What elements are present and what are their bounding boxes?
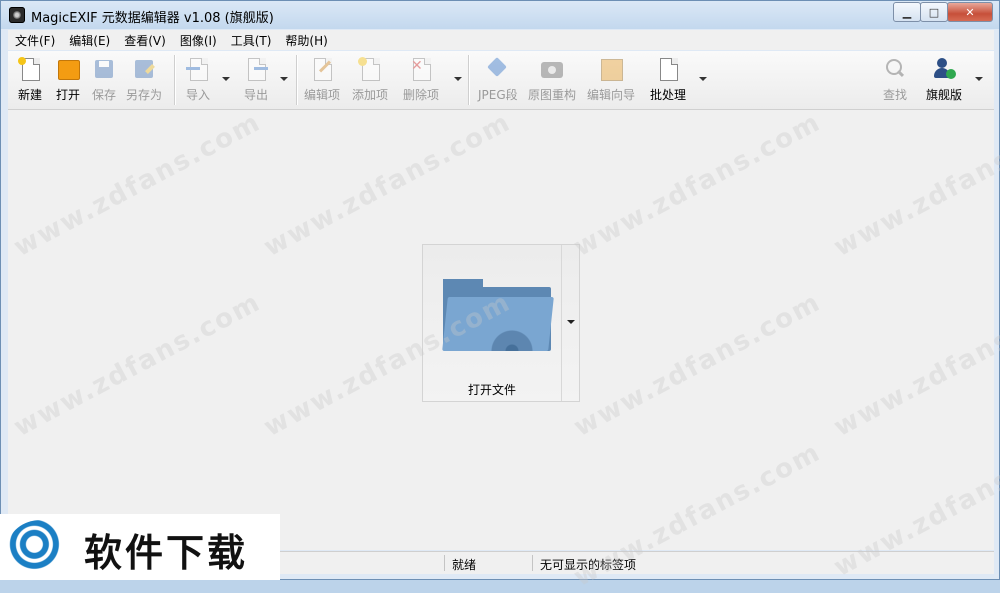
menu-file[interactable]: 文件(F) bbox=[8, 32, 62, 49]
toolbar: 新建 打开 保存 另存为 导入 导出 编辑项 添加项 ✕ 删除项 JPEG段 原… bbox=[8, 51, 994, 110]
find-button-label: 查找 bbox=[883, 88, 908, 102]
status-divider bbox=[532, 555, 533, 571]
logo-text: 软件下载 bbox=[84, 530, 249, 575]
status-divider bbox=[444, 555, 445, 571]
window-title: MagicEXIF 元数据编辑器 v1.08 (旗舰版) bbox=[31, 11, 274, 26]
menu-bar: 文件(F) 编辑(E) 查看(V) 图像(I) 工具(T) 帮助(H) bbox=[8, 30, 994, 50]
save-as-button[interactable]: 另存为 bbox=[126, 57, 162, 103]
open-button-label: 打开 bbox=[56, 88, 81, 102]
site-logo: 软件下载 bbox=[0, 514, 280, 580]
user-verified-icon bbox=[932, 57, 956, 81]
status-ready: 就绪 bbox=[452, 558, 477, 572]
main-workspace: 打开文件 bbox=[8, 110, 994, 550]
status-tags: 无可显示的标签项 bbox=[540, 558, 637, 572]
wizard-button-label: 编辑向导 bbox=[587, 88, 636, 102]
save-icon bbox=[92, 57, 116, 81]
edition-button-label: 旗舰版 bbox=[926, 88, 963, 102]
add-item-button-label: 添加项 bbox=[352, 88, 389, 102]
add-item-button[interactable]: 添加项 bbox=[352, 57, 388, 103]
open-button[interactable]: 打开 bbox=[56, 57, 80, 103]
minimize-button[interactable]: ▁ bbox=[893, 2, 921, 22]
toolbar-separator bbox=[468, 55, 469, 105]
menu-edit[interactable]: 编辑(E) bbox=[62, 32, 117, 49]
camera-icon bbox=[540, 57, 564, 81]
app-icon[interactable] bbox=[9, 7, 25, 23]
app-window: MagicEXIF 元数据编辑器 v1.08 (旗舰版) ▁ □ ✕ 文件(F)… bbox=[0, 0, 1000, 580]
open-file-dropdown-icon[interactable] bbox=[567, 320, 575, 324]
save-button[interactable]: 保存 bbox=[92, 57, 116, 103]
edit-item-icon bbox=[310, 57, 334, 81]
wizard-button[interactable]: 编辑向导 bbox=[587, 57, 635, 103]
wizard-icon bbox=[599, 57, 623, 81]
toolbar-separator bbox=[296, 55, 297, 105]
edition-button[interactable]: 旗舰版 bbox=[926, 57, 962, 103]
delete-item-icon: ✕ bbox=[409, 57, 433, 81]
find-button[interactable]: 查找 bbox=[883, 57, 907, 103]
save-button-label: 保存 bbox=[92, 88, 117, 102]
disc-icon bbox=[489, 323, 535, 351]
save-as-icon bbox=[132, 57, 156, 81]
search-icon bbox=[883, 57, 907, 81]
maximize-button[interactable]: □ bbox=[920, 2, 948, 22]
new-file-icon bbox=[18, 57, 42, 81]
batch-button-label: 批处理 bbox=[650, 88, 687, 102]
window-controls: ▁ □ ✕ bbox=[893, 2, 993, 22]
import-dropdown-icon[interactable] bbox=[222, 77, 230, 81]
jpeg-segment-button-label: JPEG段 bbox=[478, 88, 518, 102]
save-as-button-label: 另存为 bbox=[126, 88, 163, 102]
import-icon bbox=[186, 57, 210, 81]
close-button[interactable]: ✕ bbox=[947, 2, 993, 22]
export-dropdown-icon[interactable] bbox=[280, 77, 288, 81]
batch-dropdown-icon[interactable] bbox=[699, 77, 707, 81]
edit-item-button[interactable]: 编辑项 bbox=[304, 57, 340, 103]
edit-item-button-label: 编辑项 bbox=[304, 88, 341, 102]
batch-button[interactable]: 批处理 bbox=[650, 57, 686, 103]
menu-tools[interactable]: 工具(T) bbox=[224, 32, 279, 49]
new-button[interactable]: 新建 bbox=[18, 57, 42, 103]
batch-file-icon bbox=[656, 57, 680, 81]
open-folder-icon bbox=[56, 57, 80, 81]
export-button-label: 导出 bbox=[244, 88, 269, 102]
import-button-label: 导入 bbox=[186, 88, 211, 102]
export-icon bbox=[244, 57, 268, 81]
toolbar-separator bbox=[174, 55, 175, 105]
menu-help[interactable]: 帮助(H) bbox=[278, 32, 334, 49]
open-file-split-button[interactable]: 打开文件 bbox=[422, 244, 580, 402]
jpeg-segment-button[interactable]: JPEG段 bbox=[478, 57, 518, 103]
new-button-label: 新建 bbox=[18, 88, 43, 102]
menu-view[interactable]: 查看(V) bbox=[117, 32, 173, 49]
edition-dropdown-icon[interactable] bbox=[975, 77, 983, 81]
delete-item-button[interactable]: ✕ 删除项 bbox=[403, 57, 439, 103]
rebuild-button-label: 原图重构 bbox=[528, 88, 577, 102]
split-divider bbox=[561, 245, 562, 401]
add-item-icon bbox=[358, 57, 382, 81]
import-button[interactable]: 导入 bbox=[186, 57, 210, 103]
tag-icon bbox=[486, 57, 510, 81]
delete-dropdown-icon[interactable] bbox=[454, 77, 462, 81]
title-bar[interactable]: MagicEXIF 元数据编辑器 v1.08 (旗舰版) ▁ □ ✕ bbox=[1, 1, 999, 29]
open-file-label: 打开文件 bbox=[467, 383, 516, 397]
export-button[interactable]: 导出 bbox=[244, 57, 268, 103]
delete-item-button-label: 删除项 bbox=[403, 88, 440, 102]
rebuild-button[interactable]: 原图重构 bbox=[528, 57, 576, 103]
dragon-logo-icon bbox=[8, 520, 74, 574]
menu-image[interactable]: 图像(I) bbox=[173, 32, 224, 49]
